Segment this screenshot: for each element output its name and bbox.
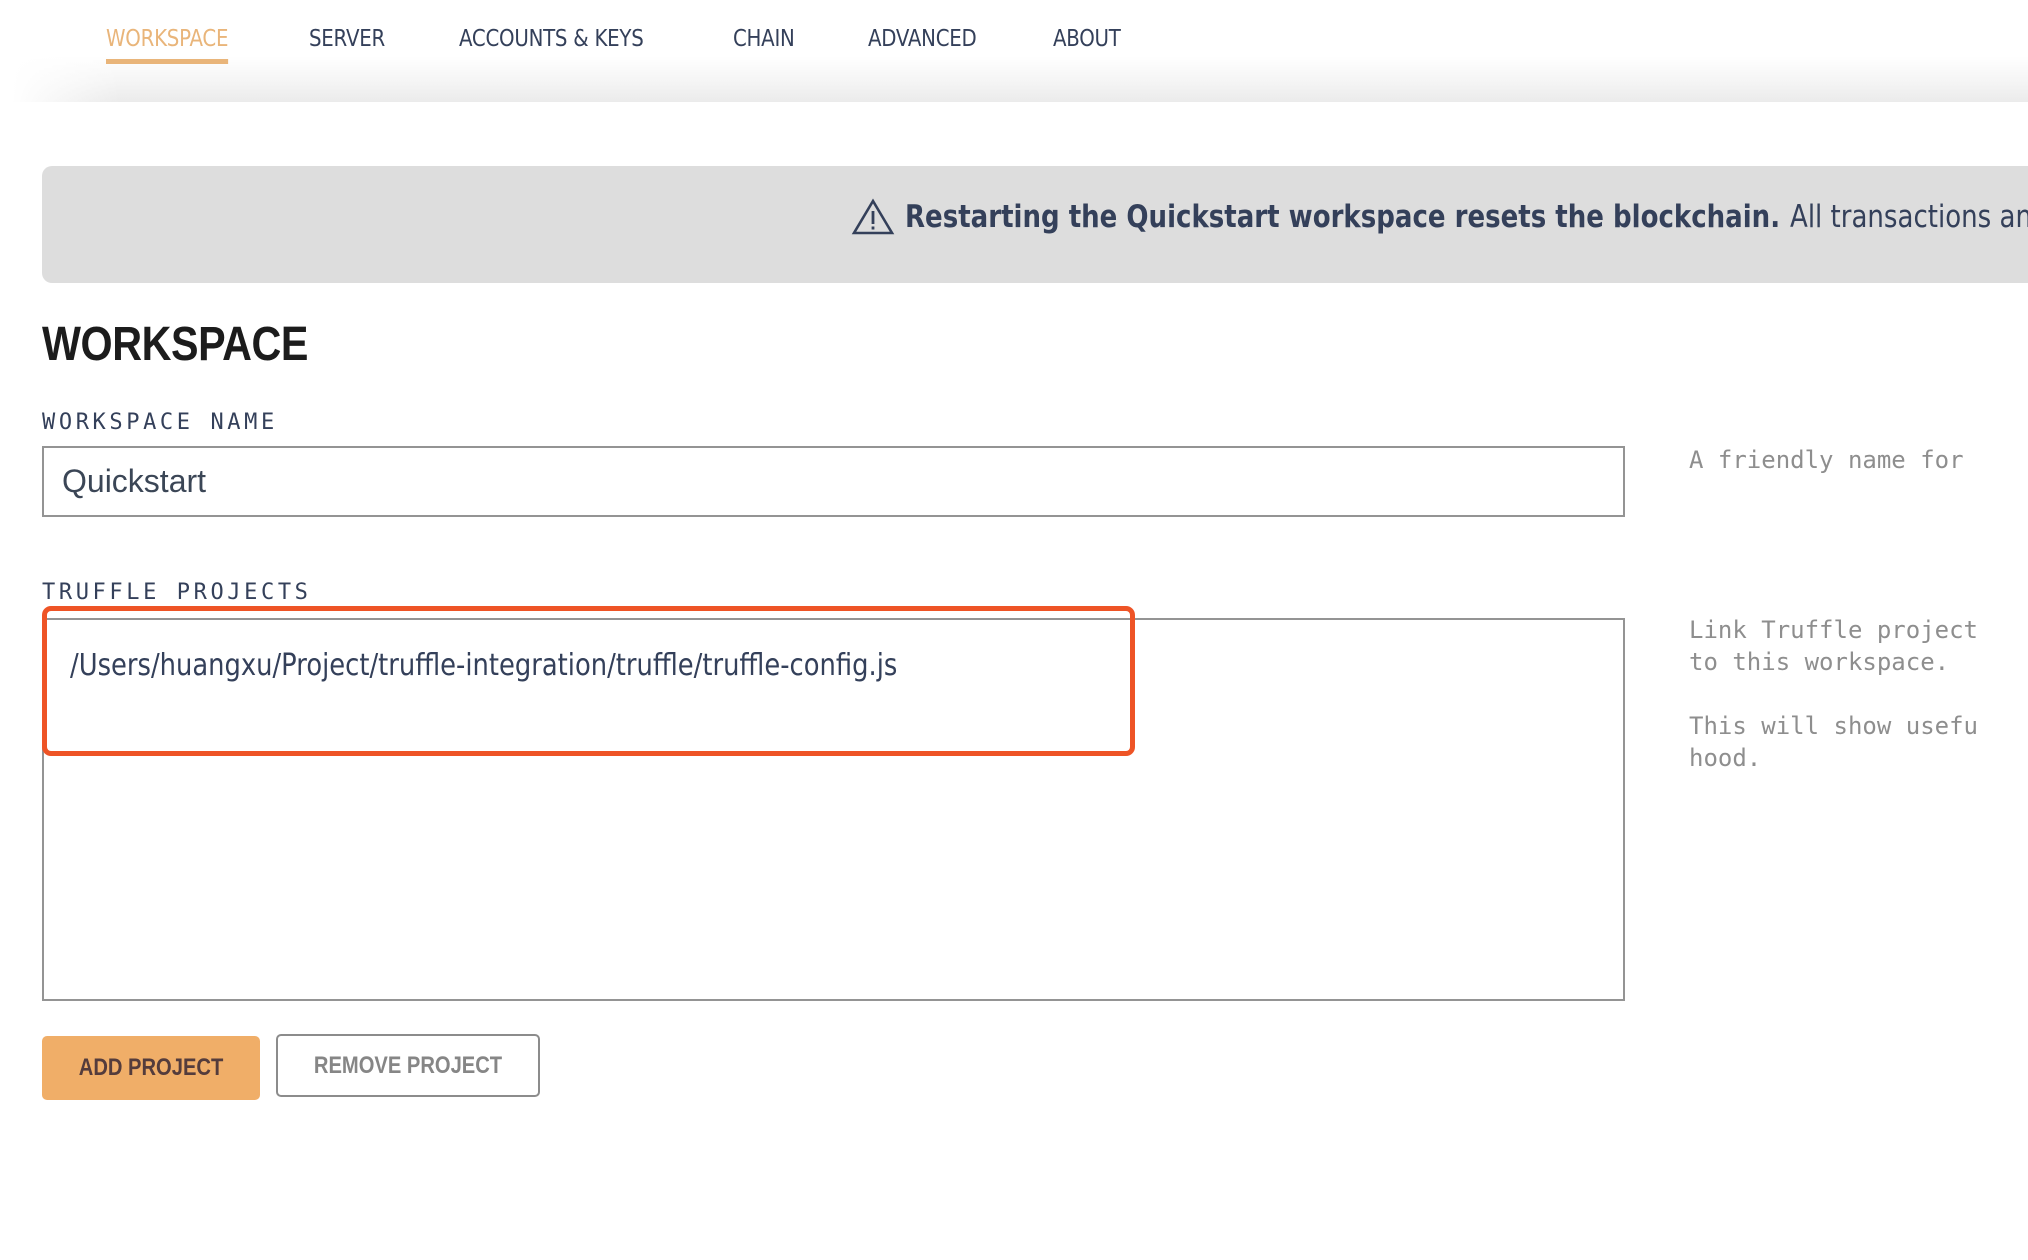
banner-message: Restarting the Quickstart workspace rese… xyxy=(851,198,2028,236)
tab-bar xyxy=(0,0,2028,102)
help-line: to this workspace. xyxy=(1689,648,1950,676)
workspace-name-label: WORKSPACE NAME xyxy=(42,410,278,435)
workspace-name-input[interactable] xyxy=(42,446,1625,517)
tab-chain[interactable]: CHAIN xyxy=(733,26,795,62)
tab-accounts-keys[interactable]: ACCOUNTS & KEYS xyxy=(459,26,644,62)
tab-server[interactable]: SERVER xyxy=(309,26,385,62)
workspace-name-help: A friendly name for xyxy=(1689,446,1964,474)
truffle-projects-label: TRUFFLE PROJECTS xyxy=(42,580,312,605)
help-line: Link Truffle project xyxy=(1689,616,1978,644)
help-line xyxy=(1689,678,1978,710)
warning-icon xyxy=(851,198,895,235)
add-project-label: ADD PROJECT xyxy=(78,1054,224,1081)
help-line: This will show usefu xyxy=(1689,712,1978,740)
page-title: WORKSPACE xyxy=(42,318,308,371)
help-line: hood. xyxy=(1689,744,1762,772)
tab-workspace[interactable]: WORKSPACE xyxy=(106,26,228,64)
tab-advanced[interactable]: ADVANCED xyxy=(868,26,977,62)
remove-project-label: REMOVE PROJECT xyxy=(313,1051,503,1079)
banner-bold-text: Restarting the Quickstart workspace rese… xyxy=(905,199,1781,235)
tab-about[interactable]: ABOUT xyxy=(1053,26,1121,62)
project-list-item[interactable]: /Users/huangxu/Project/truffle-integrati… xyxy=(70,648,897,683)
remove-project-button[interactable]: REMOVE PROJECT xyxy=(276,1034,540,1097)
add-project-button[interactable]: ADD PROJECT xyxy=(42,1036,260,1100)
banner-text: All transactions an xyxy=(1789,199,2028,235)
truffle-projects-help: Link Truffle project to this workspace. Th… xyxy=(1689,614,1978,774)
